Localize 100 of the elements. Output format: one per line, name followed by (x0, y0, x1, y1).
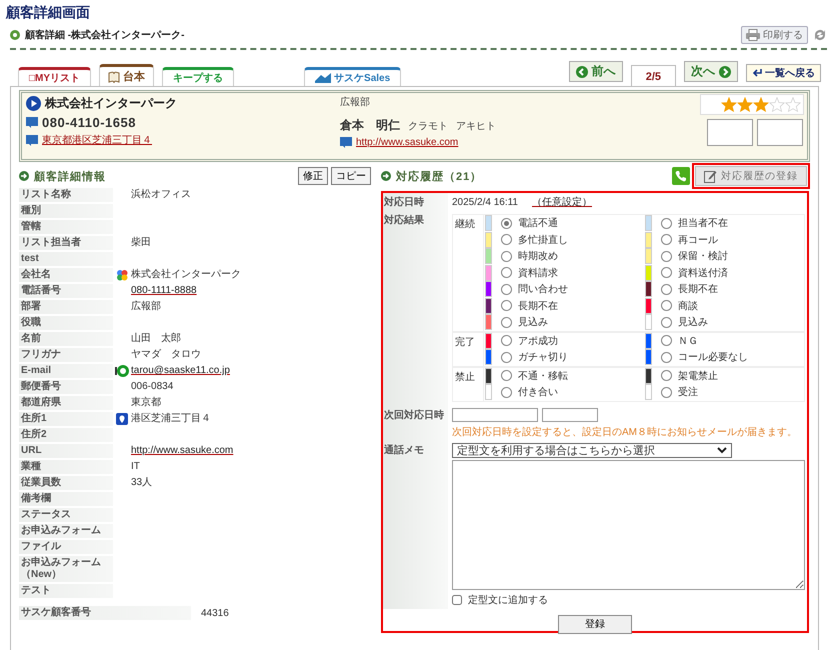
action-button[interactable]: 修正 (298, 167, 328, 185)
chart-icon (315, 73, 332, 83)
option-label: ガチャ切り (518, 350, 568, 364)
option-label: 資料請求 (518, 266, 558, 280)
date-field[interactable] (452, 408, 538, 422)
field-label: ファイル (19, 540, 113, 554)
printer-icon (746, 29, 760, 41)
option-label: 再コール (678, 234, 718, 247)
contact-kana: クラモト (408, 120, 448, 132)
memo-field[interactable] (452, 460, 805, 590)
radio-button[interactable] (661, 386, 672, 398)
tab[interactable]: 台本 (99, 64, 154, 86)
chevron-down-icon (717, 446, 727, 454)
field-label: ステータス (19, 508, 113, 522)
map-pin-icon[interactable] (116, 413, 128, 425)
section-title: 顧客詳細 -株式会社インターパーク- (25, 28, 184, 42)
radio-button[interactable] (501, 267, 512, 278)
radio-button[interactable] (501, 386, 512, 398)
previous-button[interactable]: 前へ (568, 61, 623, 82)
edit-icon (704, 170, 717, 182)
address-link[interactable]: 東京都港区芝浦三丁目４ (42, 133, 152, 147)
broken-image-icon (707, 119, 753, 146)
radio-button[interactable] (501, 234, 512, 246)
option-label: 受注 (678, 386, 698, 400)
radio-button[interactable] (661, 335, 672, 346)
page-indicator: 2/5 (630, 65, 676, 86)
filled-star-icon[interactable] (753, 97, 769, 112)
radio-button[interactable] (501, 250, 512, 262)
option-label: 長期不在 (518, 300, 558, 313)
field-label: テスト (19, 584, 113, 598)
radio-button[interactable] (661, 316, 672, 328)
field-label: 住所1 (19, 412, 113, 426)
star-rating[interactable] (721, 97, 801, 112)
arrow-icon (381, 171, 391, 181)
option-label: 架電禁止 (678, 370, 718, 383)
radio-button[interactable] (501, 352, 512, 363)
radio-button[interactable] (501, 284, 512, 295)
refresh-icon[interactable] (813, 28, 827, 42)
website-link[interactable]: http://www.sasuke.com (356, 137, 458, 148)
phone-call-icon[interactable] (672, 167, 690, 185)
radio-button[interactable] (661, 234, 672, 246)
group-label: 完了 (454, 336, 476, 350)
tab[interactable]: □MYリスト (18, 67, 92, 86)
radio-button[interactable] (661, 284, 672, 295)
radio-button[interactable] (501, 218, 512, 229)
field-label: 部署 (19, 300, 113, 314)
field-link[interactable]: http://www.sasuke.com (131, 444, 234, 457)
radio-button[interactable] (501, 370, 512, 382)
radio-button[interactable] (501, 300, 512, 312)
radio-button[interactable] (661, 218, 672, 229)
field-value: ヤマダ タロウ (131, 348, 201, 361)
field-label: 電話番号 (19, 284, 113, 298)
field-label: 次回対応日時 (383, 406, 448, 440)
radio-button[interactable] (661, 300, 672, 312)
option-label: 商談 (678, 300, 698, 313)
group-label: 継続 (454, 218, 476, 232)
register-history-button[interactable]: 対応履歴の登録 (695, 166, 807, 186)
radio-button[interactable] (661, 250, 672, 262)
map-icon[interactable] (116, 269, 128, 281)
field-label: リスト担当者 (19, 236, 113, 250)
option-label: 時期改め (518, 250, 558, 264)
register-button[interactable]: 登録 (558, 614, 632, 634)
radio-button[interactable] (661, 352, 672, 363)
option-label: 見込み (678, 316, 708, 330)
filled-star-icon[interactable] (737, 97, 753, 112)
field-link[interactable]: 080-1111-8888 (131, 284, 197, 297)
tab[interactable]: キープする (162, 67, 234, 86)
field-value: 東京都 (131, 396, 161, 409)
department: 広報部 (340, 96, 371, 109)
field-label: 備考欄 (19, 492, 113, 506)
back-to-list-button[interactable]: 一覧へ戻る (746, 64, 821, 82)
field-label: フリガナ (19, 348, 113, 362)
print-button[interactable]: 印刷する (741, 26, 808, 44)
field-value: IT (131, 460, 140, 473)
next-button[interactable]: 次へ (684, 61, 738, 82)
tab[interactable]: サスケSales (304, 67, 402, 86)
option-label: 見込み (518, 316, 548, 330)
book-icon (108, 70, 120, 82)
field-link[interactable]: tarou@saaske11.co.jp (131, 364, 230, 377)
field-label: 都道府県 (19, 396, 113, 410)
radio-button[interactable] (501, 316, 512, 328)
field-value: 山田 太郎 (131, 332, 181, 345)
option-label: 多忙掛直し (518, 234, 568, 247)
section-heading: 対応履歴（21） (396, 170, 482, 184)
action-button[interactable]: コピー (331, 167, 371, 185)
field-label: サスケ顧客番号 (19, 606, 191, 620)
time-field[interactable] (542, 408, 598, 422)
play-icon (26, 96, 41, 111)
field-label: 従業員数 (19, 476, 113, 490)
radio-button[interactable] (661, 370, 672, 382)
option-label: 問い合わせ (518, 283, 568, 296)
radio-button[interactable] (661, 267, 672, 278)
template-dropdown[interactable]: 定型文を利用する場合はこちらから選択 (452, 442, 732, 458)
custom-setting-link[interactable]: （任意設定） (532, 195, 592, 209)
filled-star-icon[interactable] (721, 97, 737, 112)
field-label: 名前 (19, 332, 113, 346)
phone-number: 080-4110-1658 (42, 115, 136, 130)
radio-button[interactable] (501, 335, 512, 346)
field-label: リスト名称 (19, 188, 113, 202)
checkbox[interactable] (452, 594, 462, 604)
